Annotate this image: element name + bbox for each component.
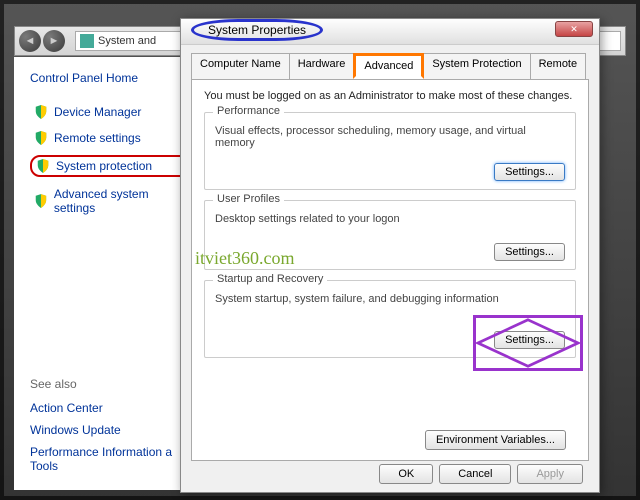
intro-text: You must be logged on as an Administrato… bbox=[204, 90, 576, 102]
startup-settings-button[interactable]: Settings... bbox=[494, 331, 565, 349]
sidebar-item-advanced-settings[interactable]: Advanced system settings bbox=[30, 185, 196, 217]
dialog-tabs: Computer Name Hardware Advanced System P… bbox=[181, 45, 599, 79]
watermark-text: itviet360.com bbox=[195, 248, 294, 269]
forward-button[interactable]: ► bbox=[43, 30, 65, 52]
see-also-heading: See also bbox=[30, 377, 196, 391]
shield-icon bbox=[34, 105, 48, 119]
close-button[interactable]: ✕ bbox=[555, 21, 593, 37]
tab-content: You must be logged on as an Administrato… bbox=[191, 79, 589, 461]
cancel-button[interactable]: Cancel bbox=[439, 464, 511, 484]
shield-icon bbox=[36, 159, 50, 173]
user-profiles-settings-button[interactable]: Settings... bbox=[494, 243, 565, 261]
tab-computer-name[interactable]: Computer Name bbox=[191, 53, 290, 79]
address-text: System and bbox=[98, 35, 156, 47]
system-icon bbox=[80, 34, 94, 48]
startup-recovery-group: Startup and Recovery System startup, sys… bbox=[204, 280, 576, 358]
tab-remote[interactable]: Remote bbox=[530, 53, 587, 79]
tab-hardware[interactable]: Hardware bbox=[289, 53, 355, 79]
tab-advanced[interactable]: Advanced bbox=[353, 53, 424, 79]
see-also-action-center[interactable]: Action Center bbox=[30, 401, 196, 415]
performance-settings-button[interactable]: Settings... bbox=[494, 163, 565, 181]
sidebar-item-remote-settings[interactable]: Remote settings bbox=[30, 129, 196, 147]
dialog-titlebar[interactable]: System Properties ✕ bbox=[181, 19, 599, 45]
sidebar-item-label: Device Manager bbox=[54, 105, 141, 119]
dialog-title-text: System Properties bbox=[191, 19, 323, 41]
user-profiles-title: User Profiles bbox=[213, 193, 284, 205]
ok-button[interactable]: OK bbox=[379, 464, 433, 484]
sidebar-item-system-protection[interactable]: System protection bbox=[30, 155, 196, 177]
see-also-windows-update[interactable]: Windows Update bbox=[30, 423, 196, 437]
startup-desc: System startup, system failure, and debu… bbox=[215, 293, 565, 305]
sidebar-item-device-manager[interactable]: Device Manager bbox=[30, 103, 196, 121]
shield-icon bbox=[34, 194, 48, 208]
control-panel-home[interactable]: Control Panel Home bbox=[30, 71, 196, 85]
back-button[interactable]: ◄ bbox=[19, 30, 41, 52]
apply-button[interactable]: Apply bbox=[517, 464, 583, 484]
performance-group: Performance Visual effects, processor sc… bbox=[204, 112, 576, 190]
sidebar-item-label: System protection bbox=[56, 159, 152, 173]
dialog-button-row: OK Cancel Apply bbox=[379, 464, 583, 484]
tab-system-protection[interactable]: System Protection bbox=[423, 53, 530, 79]
see-also-performance-tools[interactable]: Performance Information a Tools bbox=[30, 445, 196, 473]
user-profiles-desc: Desktop settings related to your logon bbox=[215, 213, 565, 225]
sidebar-item-label: Remote settings bbox=[54, 131, 141, 145]
shield-icon bbox=[34, 131, 48, 145]
sidebar-item-label: Advanced system settings bbox=[54, 187, 192, 215]
performance-desc: Visual effects, processor scheduling, me… bbox=[215, 125, 565, 149]
performance-title: Performance bbox=[213, 105, 284, 117]
sidebar: Control Panel Home Device Manager Remote… bbox=[14, 57, 204, 490]
environment-variables-button[interactable]: Environment Variables... bbox=[425, 430, 566, 450]
startup-title: Startup and Recovery bbox=[213, 273, 327, 285]
